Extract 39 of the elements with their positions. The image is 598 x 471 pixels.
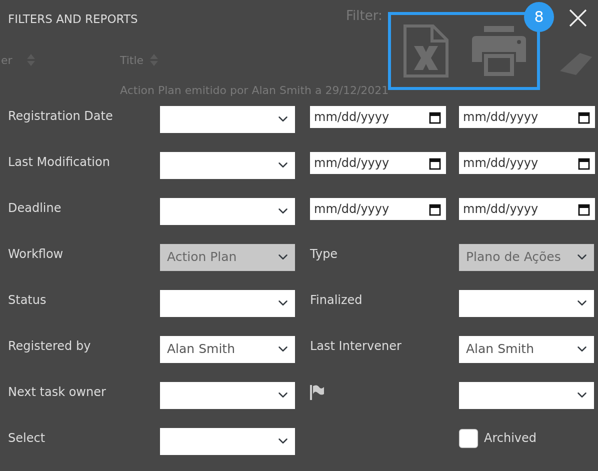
- field-label: Last Modification: [8, 154, 111, 171]
- dropdown[interactable]: [459, 290, 594, 316]
- field-label: Finalized: [310, 292, 364, 309]
- field-label: Select: [8, 430, 46, 447]
- date-field[interactable]: mm/dd/yyyy: [310, 152, 446, 174]
- dropdown[interactable]: [160, 290, 295, 316]
- count-badge: 8: [524, 2, 554, 32]
- calendar-icon[interactable]: [578, 202, 590, 216]
- field-label: Next task owner: [8, 384, 107, 401]
- field-label: Deadline: [8, 200, 62, 217]
- calendar-icon[interactable]: [578, 110, 590, 124]
- date-field[interactable]: mm/dd/yyyy: [310, 198, 446, 220]
- dropdown[interactable]: Alan Smith: [160, 336, 295, 362]
- field-label: Status: [8, 292, 48, 309]
- dialog-title: FILTERS AND REPORTS: [8, 11, 138, 28]
- checkbox-label: Archived: [484, 430, 537, 447]
- date-field[interactable]: mm/dd/yyyy: [459, 152, 595, 174]
- checkbox[interactable]: [459, 428, 478, 448]
- field-label: Last Intervener: [310, 338, 402, 355]
- calendar-icon[interactable]: [429, 156, 441, 170]
- dropdown[interactable]: [160, 198, 295, 224]
- dropdown[interactable]: [160, 382, 295, 408]
- dropdown[interactable]: [160, 152, 295, 178]
- date-field[interactable]: mm/dd/yyyy: [310, 106, 446, 128]
- flag-icon: [310, 385, 324, 400]
- dropdown[interactable]: [459, 382, 594, 408]
- dropdown[interactable]: Alan Smith: [459, 336, 594, 362]
- field-label: Type: [310, 246, 339, 263]
- date-field[interactable]: mm/dd/yyyy: [459, 198, 595, 220]
- field-label: Registered by: [8, 338, 92, 355]
- field-label: Registration Date: [8, 108, 114, 125]
- calendar-icon[interactable]: [429, 110, 441, 124]
- calendar-icon[interactable]: [578, 156, 590, 170]
- date-field[interactable]: mm/dd/yyyy: [459, 106, 595, 128]
- field-label: Workflow: [8, 246, 64, 263]
- dropdown[interactable]: [160, 428, 295, 454]
- calendar-icon[interactable]: [429, 202, 441, 216]
- dropdown[interactable]: [160, 106, 295, 132]
- close-button[interactable]: [568, 8, 588, 28]
